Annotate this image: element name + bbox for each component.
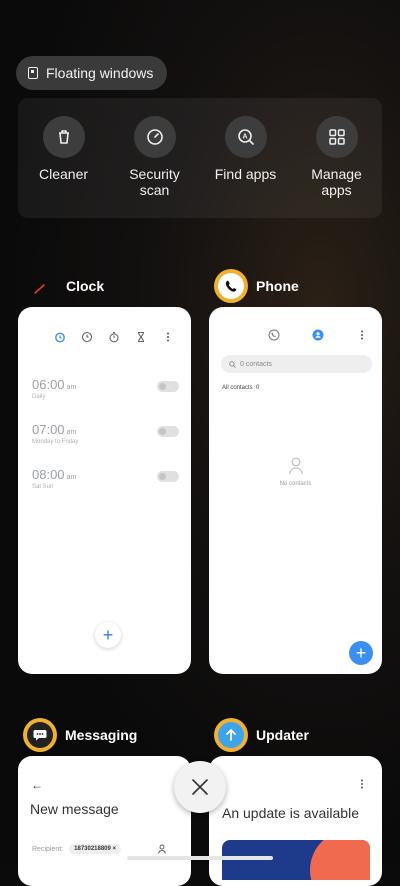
alarm-repeat: Monday to Friday: [32, 439, 79, 445]
search-icon: [229, 360, 236, 368]
updater-card-header: Updater: [214, 718, 309, 752]
recipient-chip[interactable]: 18730218809 ×: [69, 844, 122, 854]
home-indicator[interactable]: [127, 856, 273, 860]
contacts-tab-icon[interactable]: [312, 329, 324, 341]
quick-tools-panel: Cleaner Security scan A Find apps Manage…: [18, 98, 382, 218]
find-apps-label: Find apps: [214, 166, 277, 182]
no-contacts-label: No contacts: [279, 481, 312, 487]
contact-picker-icon[interactable]: [157, 844, 167, 854]
back-arrow-icon[interactable]: ←: [31, 778, 43, 792]
more-options-icon[interactable]: [356, 778, 368, 790]
phone-card-title: Phone: [256, 278, 299, 294]
all-contacts-header: All contacts 0: [222, 385, 260, 391]
close-icon: [192, 779, 208, 795]
grid-icon: [315, 116, 358, 158]
add-alarm-button[interactable]: +: [95, 622, 121, 648]
update-available-text: An update is available: [222, 805, 359, 821]
alarm-row[interactable]: 06:00 am Daily: [18, 377, 191, 400]
alarm-repeat: Daily: [32, 394, 46, 400]
more-options-icon[interactable]: [356, 329, 368, 341]
svg-text:A: A: [242, 134, 247, 141]
security-scan-icon: [133, 116, 176, 158]
alarm-row[interactable]: 08:00 am Sat Sun: [18, 467, 191, 490]
messaging-app-card[interactable]: ← New message Recipient: 18730218809 ×: [18, 756, 191, 886]
updater-card-title: Updater: [256, 727, 309, 743]
search-placeholder: 0 contacts: [240, 360, 272, 368]
updater-app-card[interactable]: An update is available: [209, 756, 382, 886]
recipient-label: Recipient:: [32, 845, 64, 853]
timer-tab-icon[interactable]: [135, 331, 147, 343]
contacts-search-input[interactable]: 0 contacts: [221, 355, 372, 373]
phone-app-icon: [214, 269, 248, 303]
world-clock-tab-icon[interactable]: [81, 331, 93, 343]
security-scan-button[interactable]: Security scan: [115, 116, 195, 198]
stopwatch-tab-icon[interactable]: [108, 331, 120, 343]
update-banner-image: [222, 840, 370, 880]
plus-icon: +: [102, 624, 114, 645]
close-all-button[interactable]: [174, 761, 226, 813]
clock-tabs: [18, 307, 191, 343]
security-scan-label: Security scan: [129, 166, 180, 198]
cleaner-label: Cleaner: [38, 166, 89, 182]
floating-window-icon: [28, 67, 38, 79]
phone-tabs: [209, 307, 382, 341]
alarm-time: 06:00 am: [32, 377, 77, 392]
messaging-card-title: Messaging: [65, 727, 138, 743]
trash-icon: [42, 116, 85, 158]
clock-app-icon: [24, 269, 58, 303]
plus-icon: +: [355, 642, 367, 663]
alarm-repeat: Sat Sun: [32, 484, 54, 490]
alarm-time: 08:00 am: [32, 467, 77, 482]
find-apps-icon: A: [224, 116, 267, 158]
clock-app-card[interactable]: 06:00 am Daily 07:00 am Monday to Friday 0…: [18, 307, 191, 674]
empty-state: No contacts: [209, 457, 382, 487]
new-message-title: New message: [30, 801, 119, 817]
floating-windows-label: Floating windows: [46, 65, 154, 81]
updater-app-icon: [214, 718, 248, 752]
add-contact-button[interactable]: +: [349, 641, 373, 665]
find-apps-button[interactable]: A Find apps: [206, 116, 286, 182]
messaging-card-header: Messaging: [23, 718, 137, 752]
recipient-row[interactable]: Recipient: 18730218809 ×: [32, 844, 181, 854]
manage-apps-label: Manage apps: [311, 166, 362, 198]
manage-apps-button[interactable]: Manage apps: [297, 116, 377, 198]
recents-tab-icon[interactable]: [268, 329, 280, 341]
phone-app-card[interactable]: 0 contacts All contacts 0 No contacts +: [209, 307, 382, 674]
alarm-toggle[interactable]: [157, 426, 179, 437]
alarm-toggle[interactable]: [157, 471, 179, 482]
alarm-toggle[interactable]: [157, 381, 179, 392]
cleaner-button[interactable]: Cleaner: [24, 116, 104, 182]
person-icon: [288, 457, 303, 475]
alarm-time: 07:00 am: [32, 422, 77, 437]
clock-card-title: Clock: [66, 278, 105, 294]
alarm-tab-icon[interactable]: [54, 331, 66, 343]
phone-card-header: Phone: [214, 269, 299, 303]
floating-windows-button[interactable]: Floating windows: [16, 56, 168, 90]
clock-card-header: Clock: [24, 269, 104, 303]
messaging-app-icon: [23, 718, 57, 752]
more-options-icon[interactable]: [162, 331, 174, 343]
alarm-row[interactable]: 07:00 am Monday to Friday: [18, 422, 191, 445]
